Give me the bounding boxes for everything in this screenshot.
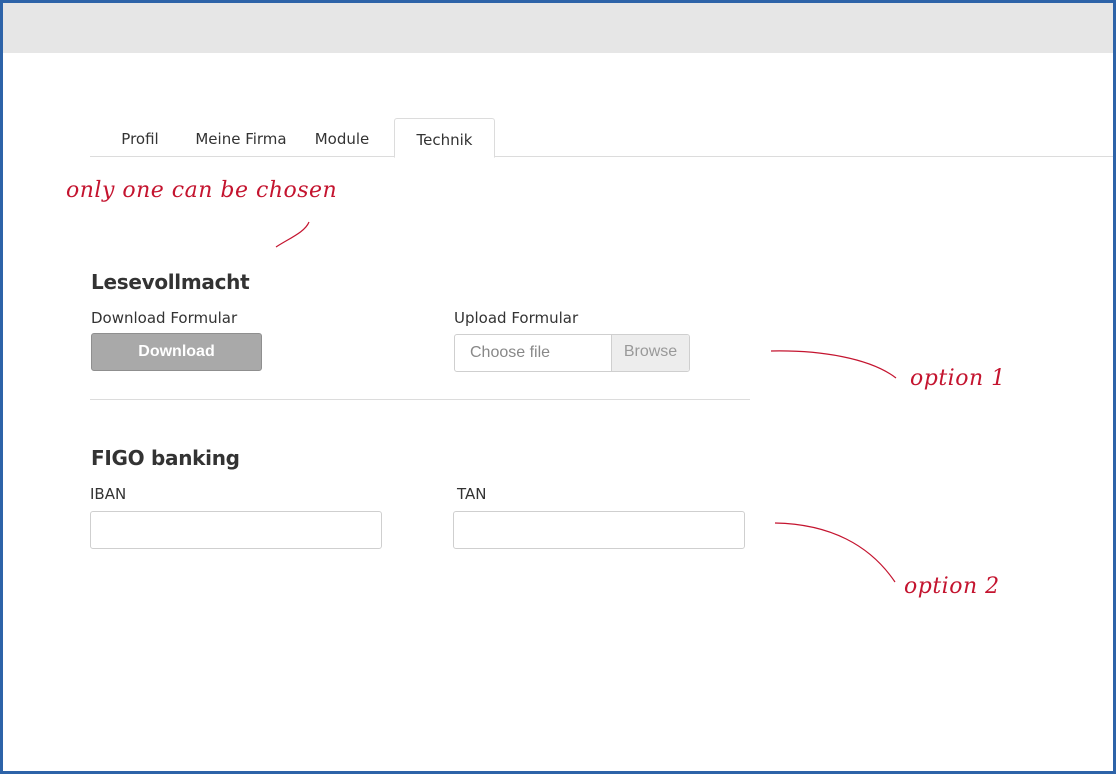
iban-label: IBAN (90, 485, 127, 503)
section-divider (90, 399, 750, 400)
annotation-option-1: option 1 (910, 366, 1006, 391)
file-input-placeholder: Choose file (470, 344, 551, 361)
tan-label: TAN (457, 485, 487, 503)
download-button[interactable]: Download (91, 333, 262, 371)
browse-button[interactable]: Browse (611, 335, 689, 371)
annotation-only-one: only one can be chosen (66, 178, 338, 203)
tab-bar: Profil Meine Firma Module Technik (90, 118, 1113, 158)
file-upload-input[interactable]: Choose file Browse (454, 334, 690, 372)
tan-input[interactable] (453, 511, 745, 549)
top-bar (3, 3, 1113, 53)
section-title-figo-banking: FIGO banking (91, 446, 240, 470)
annotation-option-2: option 2 (904, 574, 1000, 599)
iban-input[interactable] (90, 511, 382, 549)
upload-formular-label: Upload Formular (454, 309, 579, 327)
download-formular-label: Download Formular (91, 309, 238, 327)
tab-module[interactable]: Module (303, 118, 381, 157)
tab-profil[interactable]: Profil (90, 118, 190, 157)
section-title-lesevollmacht: Lesevollmacht (91, 270, 250, 294)
tab-technik[interactable]: Technik (394, 118, 495, 158)
tab-meine-firma[interactable]: Meine Firma (190, 118, 292, 157)
